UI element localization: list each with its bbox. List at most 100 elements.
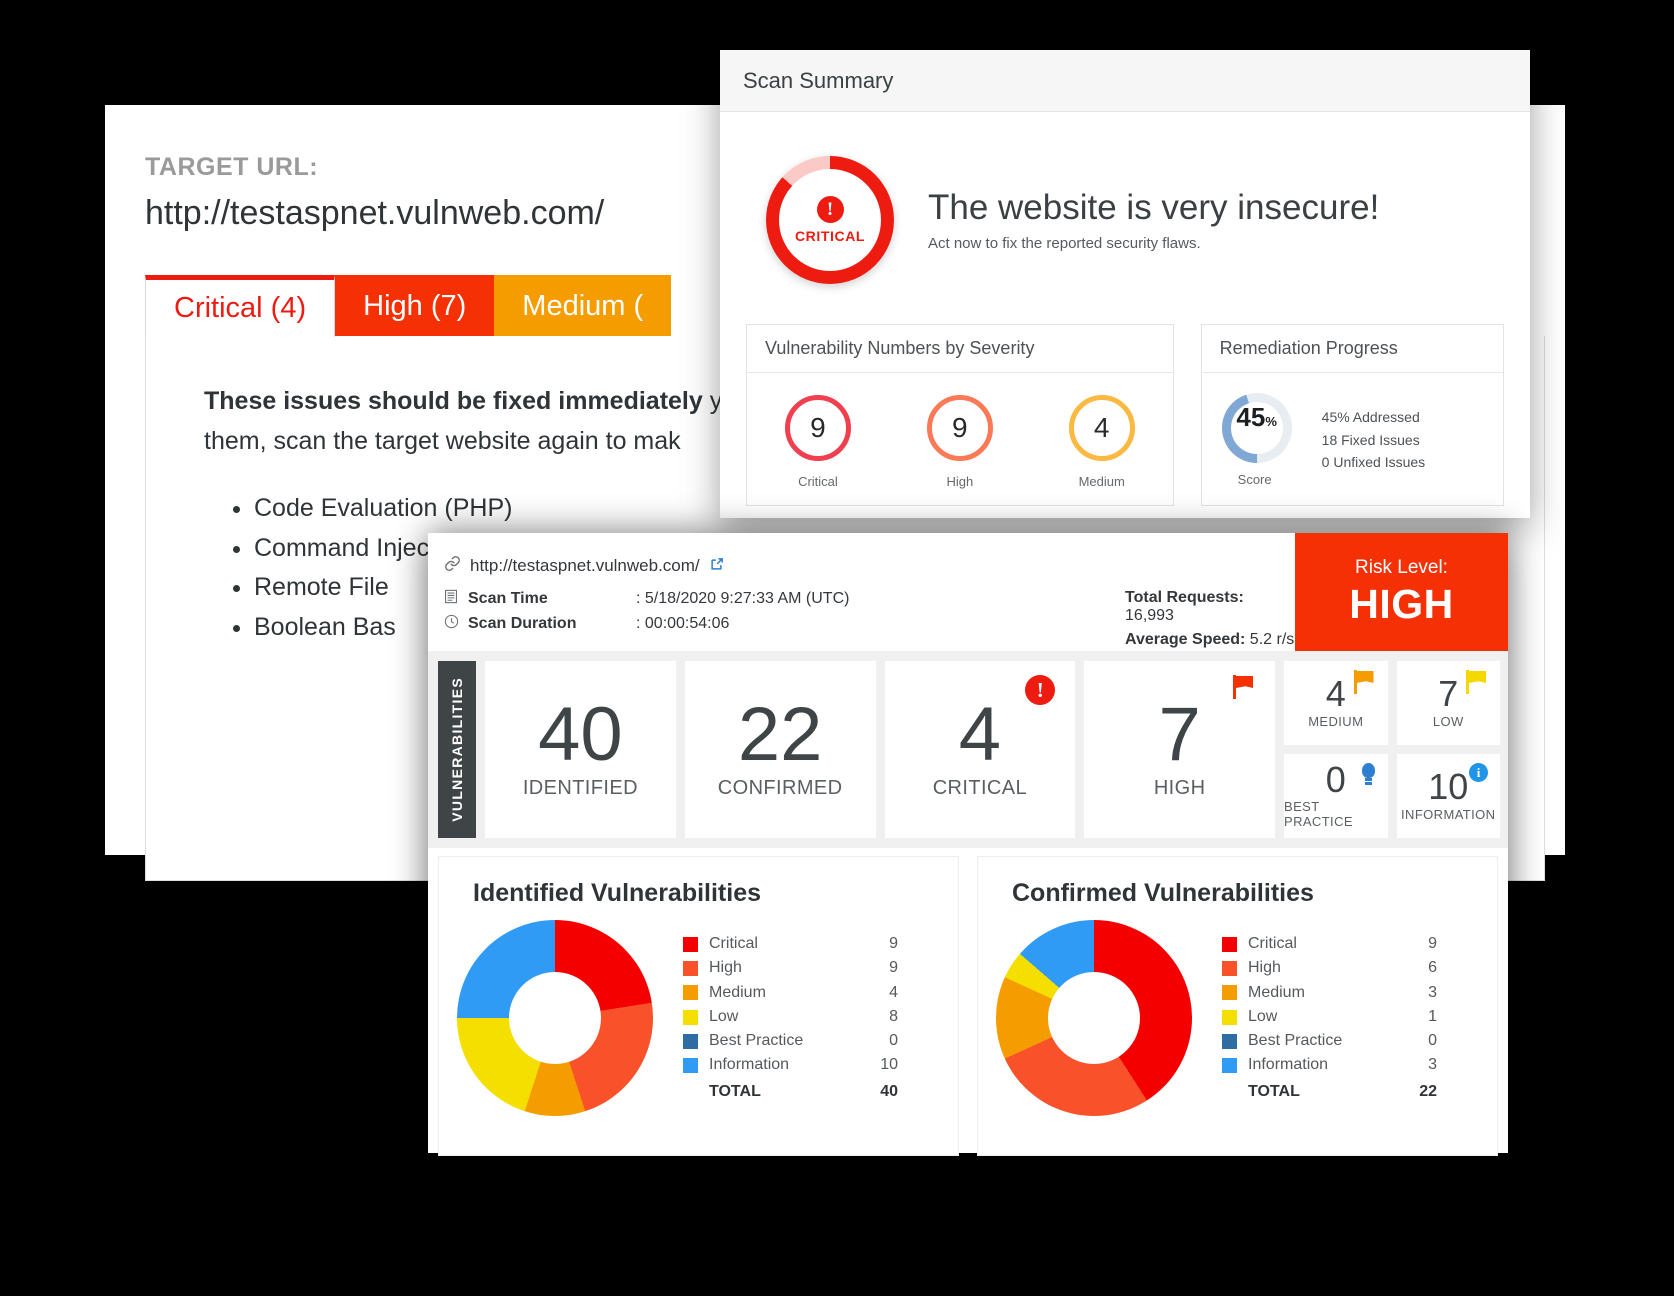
legend-value: 3 <box>1428 983 1437 1001</box>
severity-numbers-card: Vulnerability Numbers by Severity 9 Crit… <box>746 324 1174 506</box>
scan-target-url[interactable]: http://testaspnet.vulnweb.com/ <box>470 556 700 576</box>
legend-swatch-low <box>683 1009 698 1025</box>
remediation-card-title: Remediation Progress <box>1201 325 1503 373</box>
vulnerabilities-section-tag: VULNERABILITIES <box>438 661 476 838</box>
scan-duration-label: Scan Duration <box>468 614 577 632</box>
legend-value: 0 <box>1428 1032 1437 1050</box>
legend-total-value: 40 <box>880 1082 898 1100</box>
legend-label: Best Practice <box>1248 1032 1343 1050</box>
legend-swatch-critical <box>683 936 698 952</box>
average-speed-label: Average Speed: <box>1125 631 1246 648</box>
legend-value: 0 <box>889 1032 898 1050</box>
tab-high[interactable]: High (7) <box>335 275 495 337</box>
screenshot-stage: TARGET URL: http://testaspnet.vulnweb.co… <box>0 0 1674 1296</box>
legend-value: 8 <box>889 1007 898 1025</box>
stat-card-medium[interactable]: 4 MEDIUM <box>1284 661 1388 745</box>
stat-value-confirmed: 22 <box>737 691 823 777</box>
legend-row: Medium 3 <box>1222 981 1437 1005</box>
scan-summary-panel: Scan Summary ! CRITICAL The website is v… <box>720 50 1530 518</box>
legend-row: Information 10 <box>683 1053 898 1077</box>
tab-critical[interactable]: Critical (4) <box>145 275 336 337</box>
legend-row: Best Practice 0 <box>683 1029 898 1053</box>
legend-row: High 6 <box>1222 956 1437 980</box>
gauge-center: ! CRITICAL <box>779 169 881 271</box>
small-stat-grid: 4 MEDIUM 7 LOW 0 BEST PRACTICE i 10 INFO… <box>1284 661 1500 838</box>
legend-swatch-high <box>683 960 698 976</box>
stat-card-critical[interactable]: ! 4 CRITICAL <box>884 661 1076 838</box>
chart-card-confirmed: Confirmed Vulnerabilities Critical 9 High 6… <box>977 856 1498 1156</box>
score-unit: % <box>1265 414 1277 429</box>
legend-label: High <box>1248 959 1281 977</box>
severity-caption-critical: Critical <box>798 474 838 489</box>
severity-card-title: Vulnerability Numbers by Severity <box>747 325 1173 373</box>
legend-row: Low 8 <box>683 1005 898 1029</box>
stat-caption-confirmed: CONFIRMED <box>717 777 843 800</box>
legend-row: Information 3 <box>1222 1053 1437 1077</box>
stat-card-confirmed[interactable]: 22 CONFIRMED <box>684 661 876 838</box>
donut-chart-confirmed <box>996 920 1192 1116</box>
stat-card-low[interactable]: 7 LOW <box>1396 661 1500 745</box>
severity-item-medium: 4 Medium <box>1031 395 1173 489</box>
tab-medium[interactable]: Medium ( <box>494 275 672 337</box>
legend-label: Best Practice <box>709 1032 804 1050</box>
chart-body-confirmed: Critical 9 High 6 Medium 3 Low 1 Best Practice 0 I… <box>978 908 1497 1116</box>
average-speed-value: 5.2 r/s <box>1245 631 1295 648</box>
legend-label: Information <box>709 1056 790 1074</box>
scan-meta-grid: Scan Time : 5/18/2020 9:27:33 AM (UTC) S… <box>444 589 1295 655</box>
stat-card-information[interactable]: i 10 INFORMATION <box>1396 754 1500 838</box>
gauge-label: CRITICAL <box>794 228 866 244</box>
stat-caption-low: LOW <box>1432 713 1464 729</box>
remediation-fact-unfixed: 0 Unfixed Issues <box>1321 454 1426 471</box>
scan-time-value: : 5/18/2020 9:27:33 AM (UTC) <box>636 589 850 607</box>
legend-label: Critical <box>1248 934 1297 952</box>
dashboard-meta: http://testaspnet.vulnweb.com/ Scan Time… <box>428 533 1295 651</box>
summary-cards: Vulnerability Numbers by Severity 9 Crit… <box>744 324 1506 506</box>
scan-time-row: Scan Time : 5/18/2020 9:27:33 AM (UTC) <box>444 589 1125 608</box>
stat-value-best-practice: 0 <box>1325 758 1346 800</box>
issue-lead-bold: These issues should be fixed immediately <box>204 387 703 415</box>
remediation-fact-addressed: 45% Addressed <box>1321 408 1420 425</box>
risk-level-caption: Risk Level: <box>1355 556 1448 578</box>
legend-row: Critical 9 <box>683 932 898 956</box>
severity-circles: 9 Critical 9 High 4 Medium <box>747 373 1173 505</box>
scan-meta-right: Total Requests: 16,993 Average Speed: 5.… <box>1125 589 1295 655</box>
scan-meta-left: Scan Time : 5/18/2020 9:27:33 AM (UTC) S… <box>444 589 1125 655</box>
charts-row: Identified Vulnerabilities Critical 9 High… <box>428 848 1508 1156</box>
legend-label: Information <box>1248 1056 1329 1074</box>
total-requests-value: 16,993 <box>1125 607 1174 624</box>
chart-title-confirmed: Confirmed Vulnerabilities <box>1012 879 1314 907</box>
scan-time-label: Scan Time <box>468 589 548 607</box>
stat-card-best-practice[interactable]: 0 BEST PRACTICE <box>1284 754 1388 838</box>
critical-gauge: ! CRITICAL <box>766 156 894 284</box>
external-link-icon[interactable] <box>709 557 724 576</box>
legend-value: 9 <box>1428 934 1437 952</box>
remediation-fact-fixed: 18 Fixed Issues <box>1321 431 1420 448</box>
score-donut: 45% <box>1221 393 1292 463</box>
hero-text-block: The website is very insecure! Act now to… <box>928 188 1379 252</box>
legend-row: Medium 4 <box>683 981 898 1005</box>
legend-swatch-best-practice <box>683 1033 698 1049</box>
stat-caption-high: HIGH <box>1153 777 1206 800</box>
scan-target-link-row[interactable]: http://testaspnet.vulnweb.com/ <box>444 555 1295 577</box>
legend-label: Medium <box>709 983 766 1001</box>
stat-value-critical: 4 <box>958 691 1002 777</box>
stat-card-high[interactable]: 7 HIGH <box>1084 661 1275 838</box>
legend-label: Low <box>709 1007 739 1025</box>
score-donut-center: 45% <box>1230 402 1283 454</box>
dashboard-header: http://testaspnet.vulnweb.com/ Scan Time… <box>428 533 1508 651</box>
stat-value-high: 7 <box>1158 691 1201 777</box>
stat-card-identified[interactable]: 40 IDENTIFIED <box>485 661 676 838</box>
small-stat-row-top: 4 MEDIUM 7 LOW <box>1284 661 1500 745</box>
legend-swatch-high <box>1222 960 1237 976</box>
legend-identified: Critical 9 High 9 Medium 4 Low 8 Best Practice 0 I… <box>683 932 898 1104</box>
stat-value-medium: 4 <box>1325 673 1346 715</box>
legend-value: 9 <box>889 934 898 952</box>
exclamation-circle-icon: ! <box>816 196 844 223</box>
severity-value-medium: 4 <box>1068 395 1135 461</box>
legend-row: Low 1 <box>1222 1005 1437 1029</box>
legend-value: 10 <box>880 1056 898 1074</box>
legend-row: High 9 <box>683 956 898 980</box>
remediation-progress-card: Remediation Progress 45% Score 45% Addre… <box>1200 324 1504 506</box>
legend-value: 6 <box>1428 959 1437 977</box>
severity-value-high: 9 <box>926 395 993 461</box>
